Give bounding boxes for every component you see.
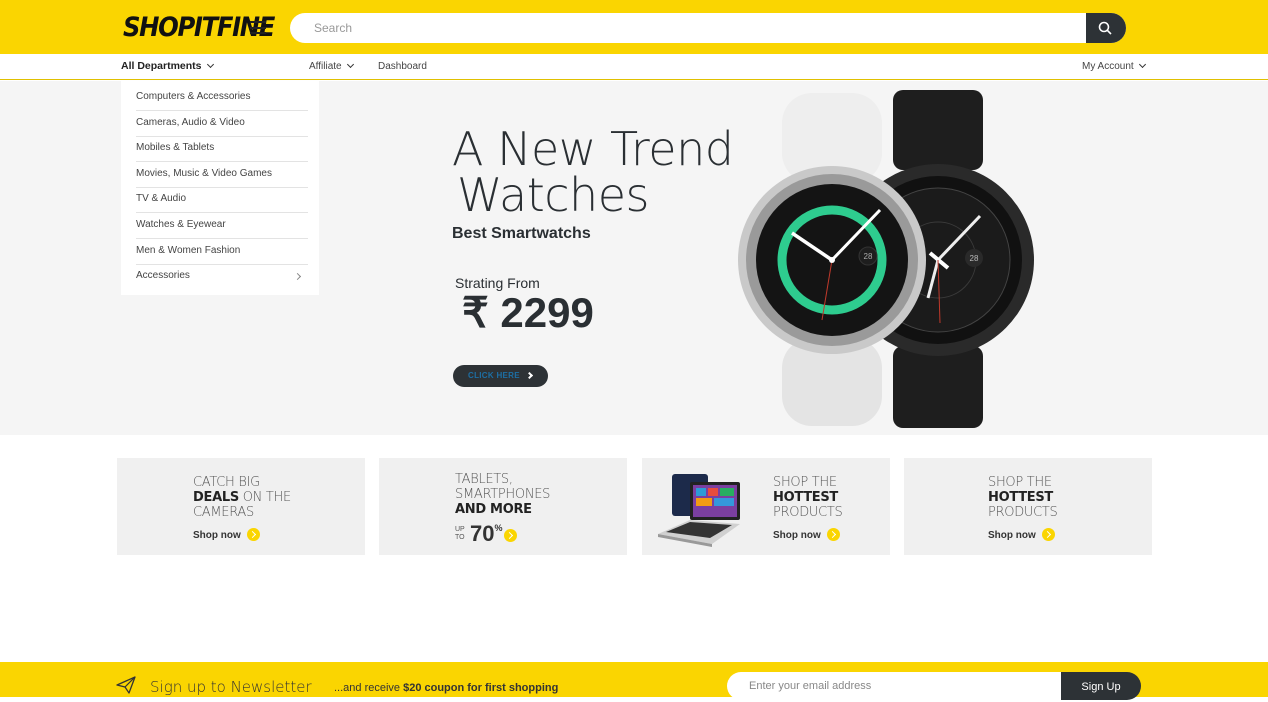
department-label: Computers & Accessories — [136, 91, 251, 102]
newsletter-email-input[interactable] — [727, 672, 1087, 700]
newsletter-text-prefix: ...and receive — [334, 682, 404, 694]
promo-card-cameras[interactable]: CATCH BIG DEALS ON THE CAMERAS Shop now — [117, 458, 365, 555]
promo-text: SHOP THE HOTTEST PRODUCTS — [773, 475, 843, 520]
department-label: Men & Women Fashion — [136, 245, 241, 256]
promo-line: ON THE — [238, 490, 292, 505]
shop-now-link[interactable]: Shop now — [773, 528, 840, 542]
newsletter-coupon: $20 coupon for first shopping — [403, 682, 559, 694]
promo-text: TABLETS, SMARTPHONES AND MORE — [455, 472, 550, 517]
department-label: Accessories — [136, 270, 190, 281]
promo-line: TABLETS, — [455, 472, 513, 487]
promo-card-hottest[interactable]: SHOP THE HOTTEST PRODUCTS Shop now — [642, 458, 890, 555]
department-label: TV & Audio — [136, 193, 187, 204]
chevron-down-icon — [346, 60, 354, 69]
upto-line: TO — [455, 534, 465, 541]
shop-now-label: Shop now — [773, 530, 821, 542]
upto-label: UP TO — [455, 526, 465, 542]
hero-title-line2: Watches — [457, 168, 649, 222]
department-item[interactable]: Movies, Music & Video Games — [136, 162, 308, 188]
watch-date-label: 28 — [864, 252, 873, 261]
newsletter-text: ...and receive $20 coupon for first shop… — [334, 682, 558, 694]
promo-bold: HOTTEST — [773, 490, 838, 505]
department-item[interactable]: Mobiles & Tablets — [136, 136, 308, 162]
shop-now-link[interactable]: Shop now — [193, 528, 260, 542]
search-bar — [290, 13, 1126, 43]
promo-text: CATCH BIG DEALS ON THE CAMERAS — [193, 475, 291, 520]
search-icon — [1098, 21, 1112, 35]
paper-plane-icon — [116, 676, 136, 694]
department-label: Mobiles & Tablets — [136, 142, 215, 153]
chevron-right-icon — [293, 272, 302, 281]
my-account-dropdown[interactable]: My Account — [1082, 60, 1146, 72]
percent-value: 70 — [470, 521, 495, 546]
department-item[interactable]: Computers & Accessories — [136, 85, 308, 111]
all-departments-dropdown[interactable]: All Departments — [121, 60, 214, 72]
hero-title: A New Trend Watches — [452, 126, 734, 222]
department-item[interactable]: Men & Women Fashion — [136, 239, 308, 265]
promo-line: PRODUCTS — [988, 505, 1058, 520]
my-account-label: My Account — [1082, 61, 1134, 72]
affiliate-dropdown[interactable]: Affiliate — [309, 60, 354, 72]
shop-now-label: Shop now — [988, 530, 1036, 542]
promo-line: SHOP THE — [988, 475, 1052, 490]
arrow-circle-icon — [1041, 528, 1055, 541]
promo-card-tablets[interactable]: TABLETS, SMARTPHONES AND MORE UP TO 70% — [379, 458, 627, 555]
affiliate-label: Affiliate — [309, 61, 342, 72]
promo-line: SHOP THE — [773, 475, 837, 490]
promo-line: CAMERAS — [193, 505, 254, 520]
department-label: Movies, Music & Video Games — [136, 168, 272, 179]
chevron-right-icon — [525, 371, 534, 380]
newsletter-title: Sign up to Newsletter — [150, 678, 312, 696]
department-label: Cameras, Audio & Video — [136, 117, 245, 128]
department-item[interactable]: Accessories — [136, 264, 308, 290]
shop-now-label: Shop now — [193, 530, 241, 542]
promo-bold: HOTTEST — [988, 490, 1053, 505]
search-button[interactable] — [1086, 13, 1126, 43]
department-label: Watches & Eyewear — [136, 219, 226, 230]
chevron-down-icon — [206, 60, 214, 69]
main-nav: All Departments Affiliate Dashboard My A… — [0, 54, 1268, 80]
top-header: SHOPITFINE — [0, 0, 1268, 54]
chevron-down-icon — [1138, 60, 1146, 69]
hero-subtitle: Best Smartwatchs — [452, 225, 591, 242]
department-item[interactable]: Cameras, Audio & Video — [136, 111, 308, 137]
arrow-circle-icon[interactable] — [504, 529, 517, 542]
hamburger-menu-icon[interactable] — [250, 21, 266, 34]
dashboard-link[interactable]: Dashboard — [378, 61, 427, 72]
cta-label: CLICK HERE — [468, 371, 520, 380]
promo-bold: AND MORE — [455, 502, 532, 517]
promo-line: SMARTPHONES — [455, 487, 551, 502]
promo-bold: DEALS — [193, 490, 239, 505]
promo-card-hottest-2[interactable]: SHOP THE HOTTEST PRODUCTS Shop now — [904, 458, 1152, 555]
department-item[interactable]: TV & Audio — [136, 187, 308, 213]
click-here-button[interactable]: CLICK HERE — [453, 365, 548, 387]
search-input[interactable] — [290, 13, 1086, 43]
department-item[interactable]: Watches & Eyewear — [136, 213, 308, 239]
departments-menu: Computers & Accessories Cameras, Audio &… — [121, 81, 319, 295]
newsletter-bar: Sign up to Newsletter ...and receive $20… — [0, 662, 1268, 700]
upto-line: UP — [455, 526, 465, 533]
laptop-tablet-image — [658, 474, 740, 547]
arrow-circle-icon — [826, 528, 840, 541]
sign-up-button[interactable]: Sign Up — [1061, 672, 1141, 700]
promo-text: SHOP THE HOTTEST PRODUCTS — [988, 475, 1058, 520]
watch-date-label: 28 — [970, 254, 979, 263]
shop-now-link[interactable]: Shop now — [988, 528, 1055, 542]
discount-percent: 70% — [470, 521, 503, 547]
promo-line: PRODUCTS — [773, 505, 843, 520]
percent-sign: % — [494, 523, 503, 533]
smartwatches-image: 28 28 — [738, 90, 1034, 428]
arrow-circle-icon — [246, 528, 260, 541]
hero-price: ₹ 2299 — [462, 289, 594, 336]
promo-line: CATCH BIG — [193, 475, 260, 490]
all-departments-label: All Departments — [121, 60, 202, 72]
